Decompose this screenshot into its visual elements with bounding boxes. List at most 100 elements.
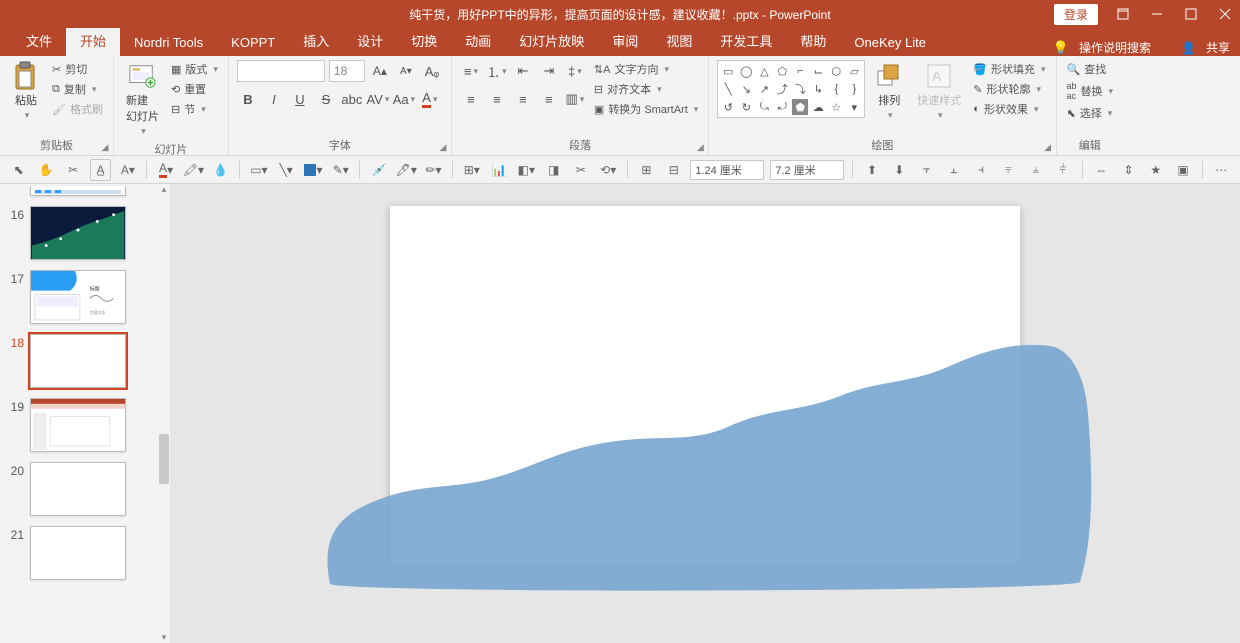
tab-view[interactable]: 视图 (652, 25, 706, 56)
slide-thumb-19[interactable] (30, 398, 126, 452)
qat-bring-front[interactable]: ⬆ (861, 159, 882, 181)
italic-button[interactable]: I (263, 88, 285, 110)
underline-button[interactable]: U (289, 88, 311, 110)
login-button[interactable]: 登录 (1054, 4, 1098, 25)
shape-width-input[interactable] (690, 160, 764, 180)
line-spacing-button[interactable]: ‡▾ (564, 60, 586, 82)
columns-button[interactable]: ▥▾ (564, 88, 586, 110)
thumbnail-scrollbar[interactable]: ▴ ▾ (158, 184, 170, 643)
arrange-button[interactable]: 排列▾ (871, 60, 907, 123)
change-case-button[interactable]: Aa▾ (393, 88, 415, 110)
cut-button[interactable]: ✂剪切 (50, 60, 105, 78)
qat-lasso[interactable]: ✂ (63, 159, 84, 181)
shape-fill-button[interactable]: 🪣形状填充▾ (971, 60, 1047, 78)
align-right-button[interactable]: ≡ (512, 88, 534, 110)
tab-nordri[interactable]: Nordri Tools (120, 29, 217, 56)
align-left-button[interactable]: ≡ (460, 88, 482, 110)
qat-eyedropper[interactable]: 💧 (210, 159, 231, 181)
slide-canvas[interactable] (170, 184, 1240, 643)
layout-button[interactable]: ▦版式▾ (169, 60, 220, 78)
ribbon-display-options-button[interactable] (1114, 5, 1132, 23)
qat-chart[interactable]: 📊 (488, 159, 509, 181)
tell-me-search[interactable]: 操作说明搜索 (1079, 39, 1151, 56)
qat-cursor[interactable]: ⬉ (8, 159, 29, 181)
new-slide-button[interactable]: 新建 幻灯片▾ (122, 60, 163, 139)
qat-combine[interactable]: ◧▾ (516, 159, 537, 181)
qat-ungroup[interactable]: ⊟ (663, 159, 684, 181)
tab-home[interactable]: 开始 (66, 25, 120, 56)
tab-animations[interactable]: 动画 (451, 25, 505, 56)
close-button[interactable] (1216, 5, 1234, 23)
justify-button[interactable]: ≡ (538, 88, 560, 110)
clear-format-button[interactable]: Aᵩ (421, 60, 443, 82)
shape-outline-button[interactable]: ✎形状轮廓▾ (971, 80, 1047, 98)
drawing-launcher[interactable]: ◢ (1042, 141, 1054, 153)
tab-design[interactable]: 设计 (343, 25, 397, 56)
bullets-button[interactable]: ≡▾ (460, 60, 482, 82)
qat-dist-h[interactable]: ⇔ (1091, 159, 1112, 181)
qat-highlight[interactable]: 🖍▾ (183, 159, 204, 181)
convert-smartart-button[interactable]: ▣转换为 SmartArt▾ (592, 100, 700, 118)
quick-styles-button[interactable]: A 快速样式▾ (913, 60, 965, 123)
reset-button[interactable]: ⟲重置 (169, 80, 220, 98)
find-button[interactable]: 🔍查找 (1065, 60, 1116, 78)
qat-dist-v[interactable]: ⇕ (1118, 159, 1139, 181)
align-center-button[interactable]: ≡ (486, 88, 508, 110)
qat-merge[interactable]: ◨ (543, 159, 564, 181)
tab-developer[interactable]: 开发工具 (706, 25, 786, 56)
slide-thumb-20[interactable] (30, 462, 126, 516)
font-size-select[interactable] (329, 60, 365, 82)
select-button[interactable]: ⬉选择▾ (1065, 104, 1116, 122)
paragraph-launcher[interactable]: ◢ (694, 141, 706, 153)
tab-help[interactable]: 帮助 (786, 25, 840, 56)
qat-align-left[interactable]: ⫟ (916, 159, 937, 181)
shadow-button[interactable]: abc (341, 88, 363, 110)
qat-shape-rect[interactable]: ▭▾ (248, 159, 269, 181)
qat-pen[interactable]: 🖊▾ (396, 159, 417, 181)
qat-wordart[interactable]: A▾ (117, 159, 138, 181)
scrollbar-handle[interactable] (159, 434, 169, 484)
qat-crop[interactable]: ✂ (570, 159, 591, 181)
clipboard-launcher[interactable]: ◢ (99, 141, 111, 153)
qat-send-back[interactable]: ⬇ (889, 159, 910, 181)
qat-textbox[interactable]: A̲ (90, 159, 111, 181)
minimize-button[interactable] (1148, 5, 1166, 23)
qat-rotate[interactable]: ⟲▾ (598, 159, 619, 181)
slide-thumb-17[interactable]: 标题内容文本 (30, 270, 126, 324)
copy-button[interactable]: ⧉复制▾ (50, 80, 105, 98)
qat-pen-color[interactable]: ✏▾ (423, 159, 444, 181)
slide-thumb-15[interactable] (30, 186, 126, 196)
text-direction-button[interactable]: ⇅A文字方向▾ (592, 60, 700, 78)
qat-align-middle[interactable]: ⫨ (1025, 159, 1046, 181)
qat-align-center[interactable]: ⫠ (943, 159, 964, 181)
shape-height-input[interactable] (770, 160, 844, 180)
slide-thumb-16[interactable] (30, 206, 126, 260)
replace-button[interactable]: abac替换▾ (1065, 80, 1116, 102)
qat-eyedropper2[interactable]: 💉 (368, 159, 389, 181)
decrease-font-button[interactable]: A▾ (395, 60, 417, 82)
qat-hand[interactable]: ✋ (35, 159, 56, 181)
qat-outline-color[interactable]: ✎▾ (330, 159, 351, 181)
font-launcher[interactable]: ◢ (437, 141, 449, 153)
share-button[interactable]: 共享 (1206, 39, 1230, 56)
strike-button[interactable]: S (315, 88, 337, 110)
decrease-indent-button[interactable]: ⇤ (512, 60, 534, 82)
shape-effects-button[interactable]: ◐形状效果▾ (971, 100, 1047, 118)
shapes-gallery[interactable]: ▭◯△⬠⌐⌙⬡▱ ╲↘↗⤴⤵↳{} ↺↻⤿⤾⬟☁☆▾ (717, 60, 865, 118)
font-family-select[interactable] (237, 60, 325, 82)
font-color-button[interactable]: A▾ (419, 88, 441, 110)
slide-thumb-18[interactable] (30, 334, 126, 388)
qat-more[interactable]: ⋯ (1211, 159, 1232, 181)
freeform-shape[interactable] (310, 334, 1100, 594)
qat-group[interactable]: ⊞ (636, 159, 657, 181)
numbering-button[interactable]: ⒈▾ (486, 60, 508, 82)
align-text-button[interactable]: ⊟对齐文本▾ (592, 80, 700, 98)
tab-transitions[interactable]: 切换 (397, 25, 451, 56)
slide-thumb-21[interactable] (30, 526, 126, 580)
format-painter-button[interactable]: 🖌格式刷 (50, 100, 105, 118)
qat-fill-color[interactable]: ▾ (303, 159, 324, 181)
bold-button[interactable]: B (237, 88, 259, 110)
qat-align-right[interactable]: ⫞ (970, 159, 991, 181)
qat-font-color[interactable]: A▾ (155, 159, 176, 181)
tab-koppt[interactable]: KOPPT (217, 29, 289, 56)
